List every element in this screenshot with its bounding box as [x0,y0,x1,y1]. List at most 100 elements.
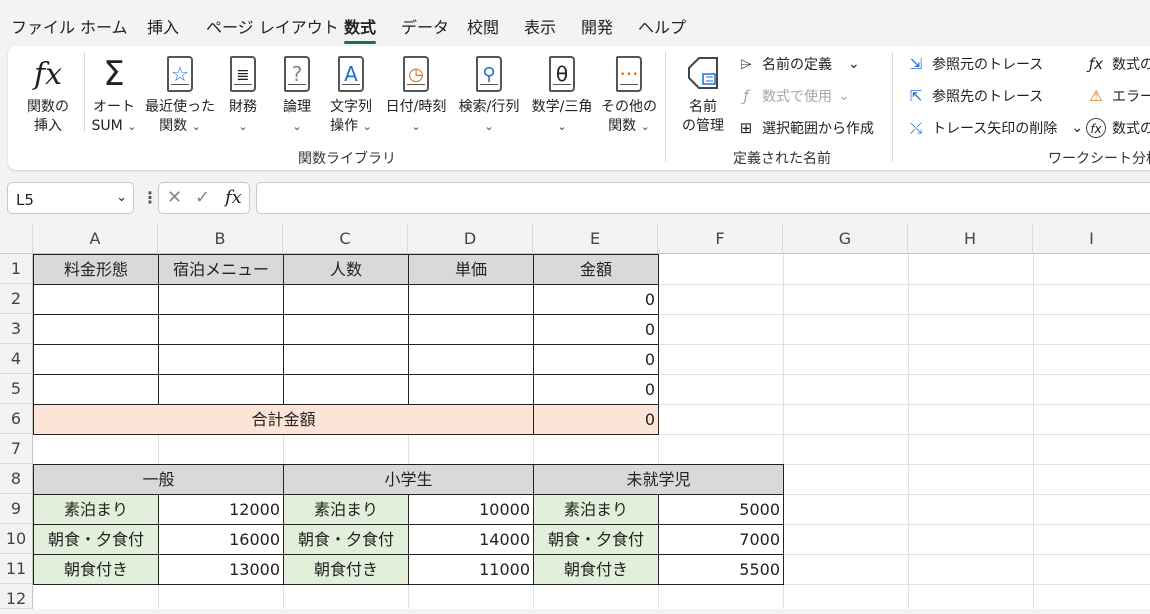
cell-a1[interactable]: 料金形態 [33,254,159,285]
row-header-6[interactable]: 6 [0,404,33,434]
recent-functions-button[interactable]: ☆ 最近使った 関数 ⌄ [144,54,216,136]
row-header-4[interactable]: 4 [0,344,33,374]
cell-f11[interactable]: 5500 [658,554,784,585]
column-header-e[interactable]: E [533,224,658,254]
price-header-elementary[interactable]: 小学生 [283,464,534,495]
math-trig-button[interactable]: θ 数学/三角 ⌄ [526,54,598,136]
cell-e9[interactable]: 素泊まり [533,494,659,525]
insert-function-icon[interactable]: fx [225,187,242,208]
error-checking-button[interactable]: ⚠ エラー [1086,86,1150,106]
tab-developer[interactable]: 開発 [581,14,613,38]
define-name-button[interactable]: ⌲ 名前の定義 ⌄ [736,54,860,74]
cell-f9[interactable]: 5000 [658,494,784,525]
column-header-g[interactable]: G [783,224,908,254]
select-all-corner[interactable] [0,224,33,254]
column-header-b[interactable]: B [158,224,283,254]
row-header-8[interactable]: 8 [0,464,33,494]
cell-e5[interactable]: 0 [533,374,659,405]
price-header-general[interactable]: 一般 [33,464,284,495]
cell-f10[interactable]: 7000 [658,524,784,555]
datetime-button[interactable]: ◷ 日付/時刻 ⌄ [380,54,452,136]
cell-b1[interactable]: 宿泊メニュー [158,254,284,285]
tab-home[interactable]: ホーム [80,14,128,38]
trace-precedents-button[interactable]: ⇲ 参照元のトレース [906,54,1044,74]
cell-a4[interactable] [33,344,159,375]
cell-b11[interactable]: 13000 [158,554,284,585]
row-header-12[interactable]: 12 [0,584,33,609]
cell-e4[interactable]: 0 [533,344,659,375]
tab-file[interactable]: ファイル [11,14,75,38]
column-header-f[interactable]: F [658,224,783,254]
remove-arrows-button[interactable]: ⤯ トレース矢印の削除 ⌄ [906,118,1083,138]
row-header-10[interactable]: 10 [0,524,33,554]
cell-d11[interactable]: 11000 [408,554,534,585]
cell-e10[interactable]: 朝食・夕食付 [533,524,659,555]
show-formulas-button[interactable]: ƒx 数式の [1086,54,1150,74]
cell-c11[interactable]: 朝食付き [283,554,409,585]
create-from-selection-button[interactable]: ⊞ 選択範囲から作成 [736,118,874,138]
total-label-cell[interactable]: 合計金額 [33,404,534,435]
enter-check-icon[interactable]: ✓ [195,187,210,208]
price-header-preschool[interactable]: 未就学児 [533,464,784,495]
evaluate-formula-button[interactable]: fx 数式の [1086,118,1150,138]
cell-b4[interactable] [158,344,284,375]
chevron-down-icon[interactable]: ⌄ [116,190,127,205]
tab-data[interactable]: データ [401,14,449,38]
name-manager-button[interactable]: 名前 の管理 [678,54,728,136]
tab-insert[interactable]: 挿入 [147,14,179,38]
column-header-a[interactable]: A [33,224,158,254]
cancel-icon[interactable]: ✕ [167,187,182,208]
cell-a3[interactable] [33,314,159,345]
cell-e1[interactable]: 金額 [533,254,659,285]
tab-view[interactable]: 表示 [524,14,556,38]
cell-b5[interactable] [158,374,284,405]
tab-page-layout[interactable]: ページ レイアウト [206,14,339,38]
cell-a11[interactable]: 朝食付き [33,554,159,585]
cell-d5[interactable] [408,374,534,405]
column-header-d[interactable]: D [408,224,533,254]
more-options-icon[interactable]: ⋮ [142,188,158,207]
row-header-9[interactable]: 9 [0,494,33,524]
column-header-c[interactable]: C [283,224,408,254]
insert-function-button[interactable]: fx 関数の 挿入 [22,54,74,136]
row-header-3[interactable]: 3 [0,314,33,344]
column-header-i[interactable]: I [1033,224,1150,254]
row-header-5[interactable]: 5 [0,374,33,404]
cell-c5[interactable] [283,374,409,405]
cell-d3[interactable] [408,314,534,345]
cell-d4[interactable] [408,344,534,375]
cell-a9[interactable]: 素泊まり [33,494,159,525]
cell-e2[interactable]: 0 [533,284,659,315]
cell-c10[interactable]: 朝食・夕食付 [283,524,409,555]
cell-e3[interactable]: 0 [533,314,659,345]
cell-a2[interactable] [33,284,159,315]
column-header-h[interactable]: H [908,224,1033,254]
total-value-cell[interactable]: 0 [533,404,659,435]
cell-d9[interactable]: 10000 [408,494,534,525]
cell-c9[interactable]: 素泊まり [283,494,409,525]
cell-a10[interactable]: 朝食・夕食付 [33,524,159,555]
row-header-1[interactable]: 1 [0,254,33,284]
logical-button[interactable]: ? 論理 ⌄ [276,54,318,136]
cell-e11[interactable]: 朝食付き [533,554,659,585]
formula-input[interactable] [256,182,1150,214]
cell-c3[interactable] [283,314,409,345]
cell-d1[interactable]: 単価 [408,254,534,285]
name-box[interactable]: L5 ⌄ [7,182,134,214]
cell-c1[interactable]: 人数 [283,254,409,285]
cell-b2[interactable] [158,284,284,315]
row-header-7[interactable]: 7 [0,434,33,464]
cell-c2[interactable] [283,284,409,315]
lookup-button[interactable]: ⚲ 検索/行列 ⌄ [454,54,524,136]
cell-b9[interactable]: 12000 [158,494,284,525]
tab-formulas[interactable]: 数式 [344,14,377,44]
tab-help[interactable]: ヘルプ [638,14,686,38]
financial-button[interactable]: ≣ 財務 ⌄ [222,54,264,136]
cell-c4[interactable] [283,344,409,375]
cell-d2[interactable] [408,284,534,315]
row-header-11[interactable]: 11 [0,554,33,584]
cell-b3[interactable] [158,314,284,345]
cell-a5[interactable] [33,374,159,405]
cell-b10[interactable]: 16000 [158,524,284,555]
tab-review[interactable]: 校閲 [467,14,499,38]
